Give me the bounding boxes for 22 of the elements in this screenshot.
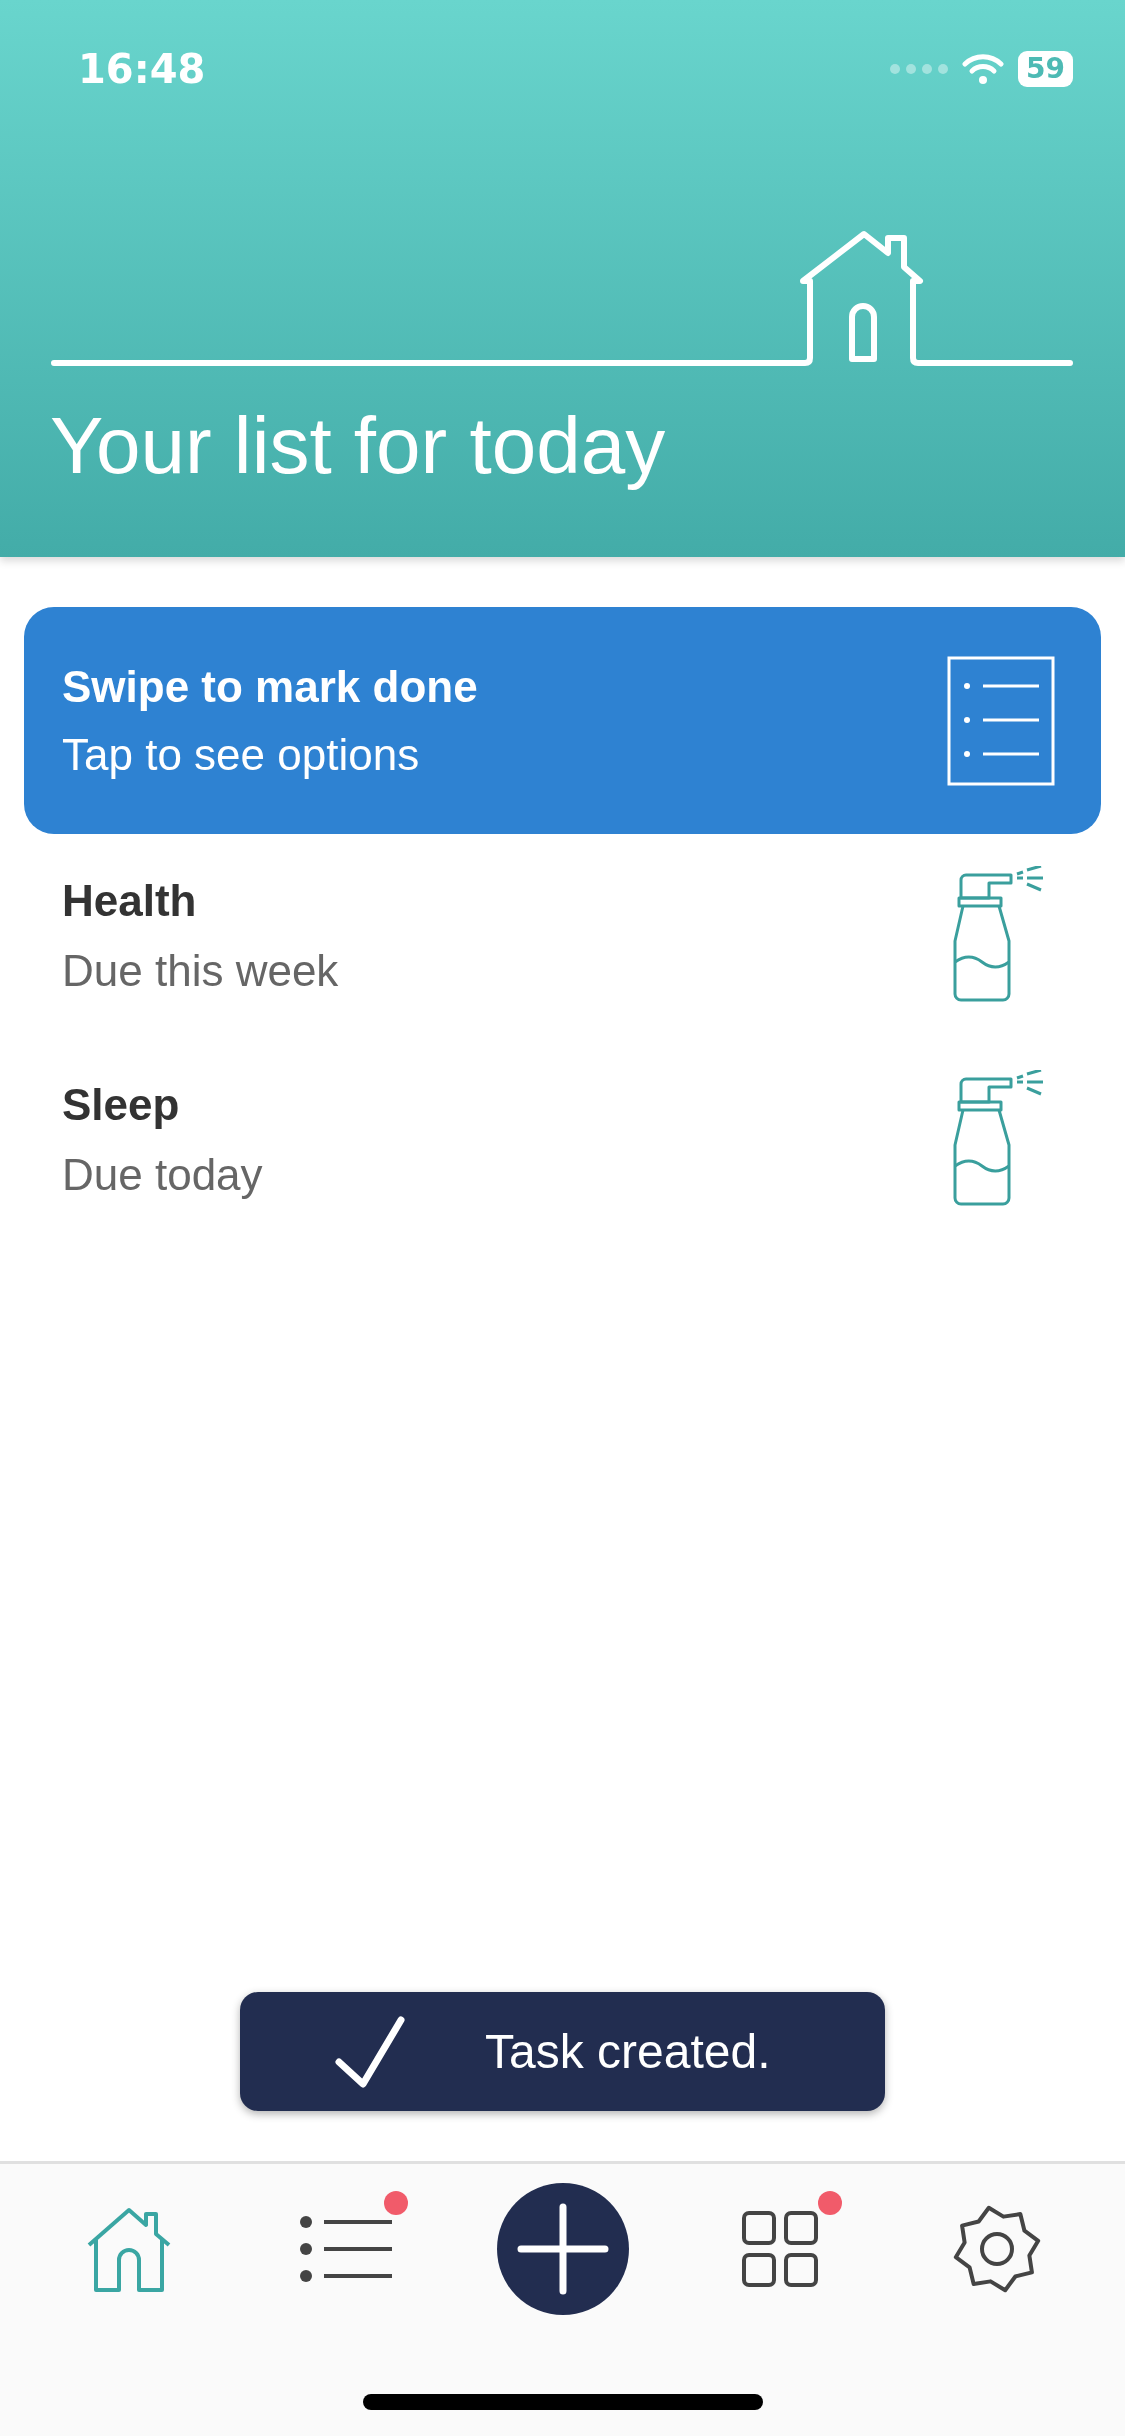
notification-dot (817, 2191, 842, 2215)
notification-dot (383, 2191, 408, 2215)
grid-icon (741, 2211, 818, 2287)
task-name[interactable]: Health (62, 876, 339, 926)
list-icon (299, 2216, 392, 2282)
signal-icon (890, 64, 949, 74)
hint-subtitle: Tap to see options (62, 729, 421, 780)
task-name[interactable]: Sleep (62, 1080, 263, 1130)
task-due: Due today (62, 1150, 263, 1200)
status-time: 16:48 (78, 46, 206, 92)
add-icon (496, 2183, 629, 2315)
page-title: Your list for today (50, 400, 667, 492)
wifi-icon (962, 53, 1005, 85)
checklist-icon (947, 655, 1055, 786)
battery-level: 59 (1018, 51, 1073, 87)
hint-card[interactable]: Swipe to mark done Tap to see options (24, 607, 1101, 834)
toast-message: Task created. (485, 2024, 771, 2079)
task-due: Due this week (62, 946, 339, 996)
checkmark-icon (335, 2015, 405, 2088)
settings-icon (951, 2204, 1042, 2294)
home-icon (85, 2205, 172, 2293)
hint-title: Swipe to mark done (62, 661, 478, 712)
